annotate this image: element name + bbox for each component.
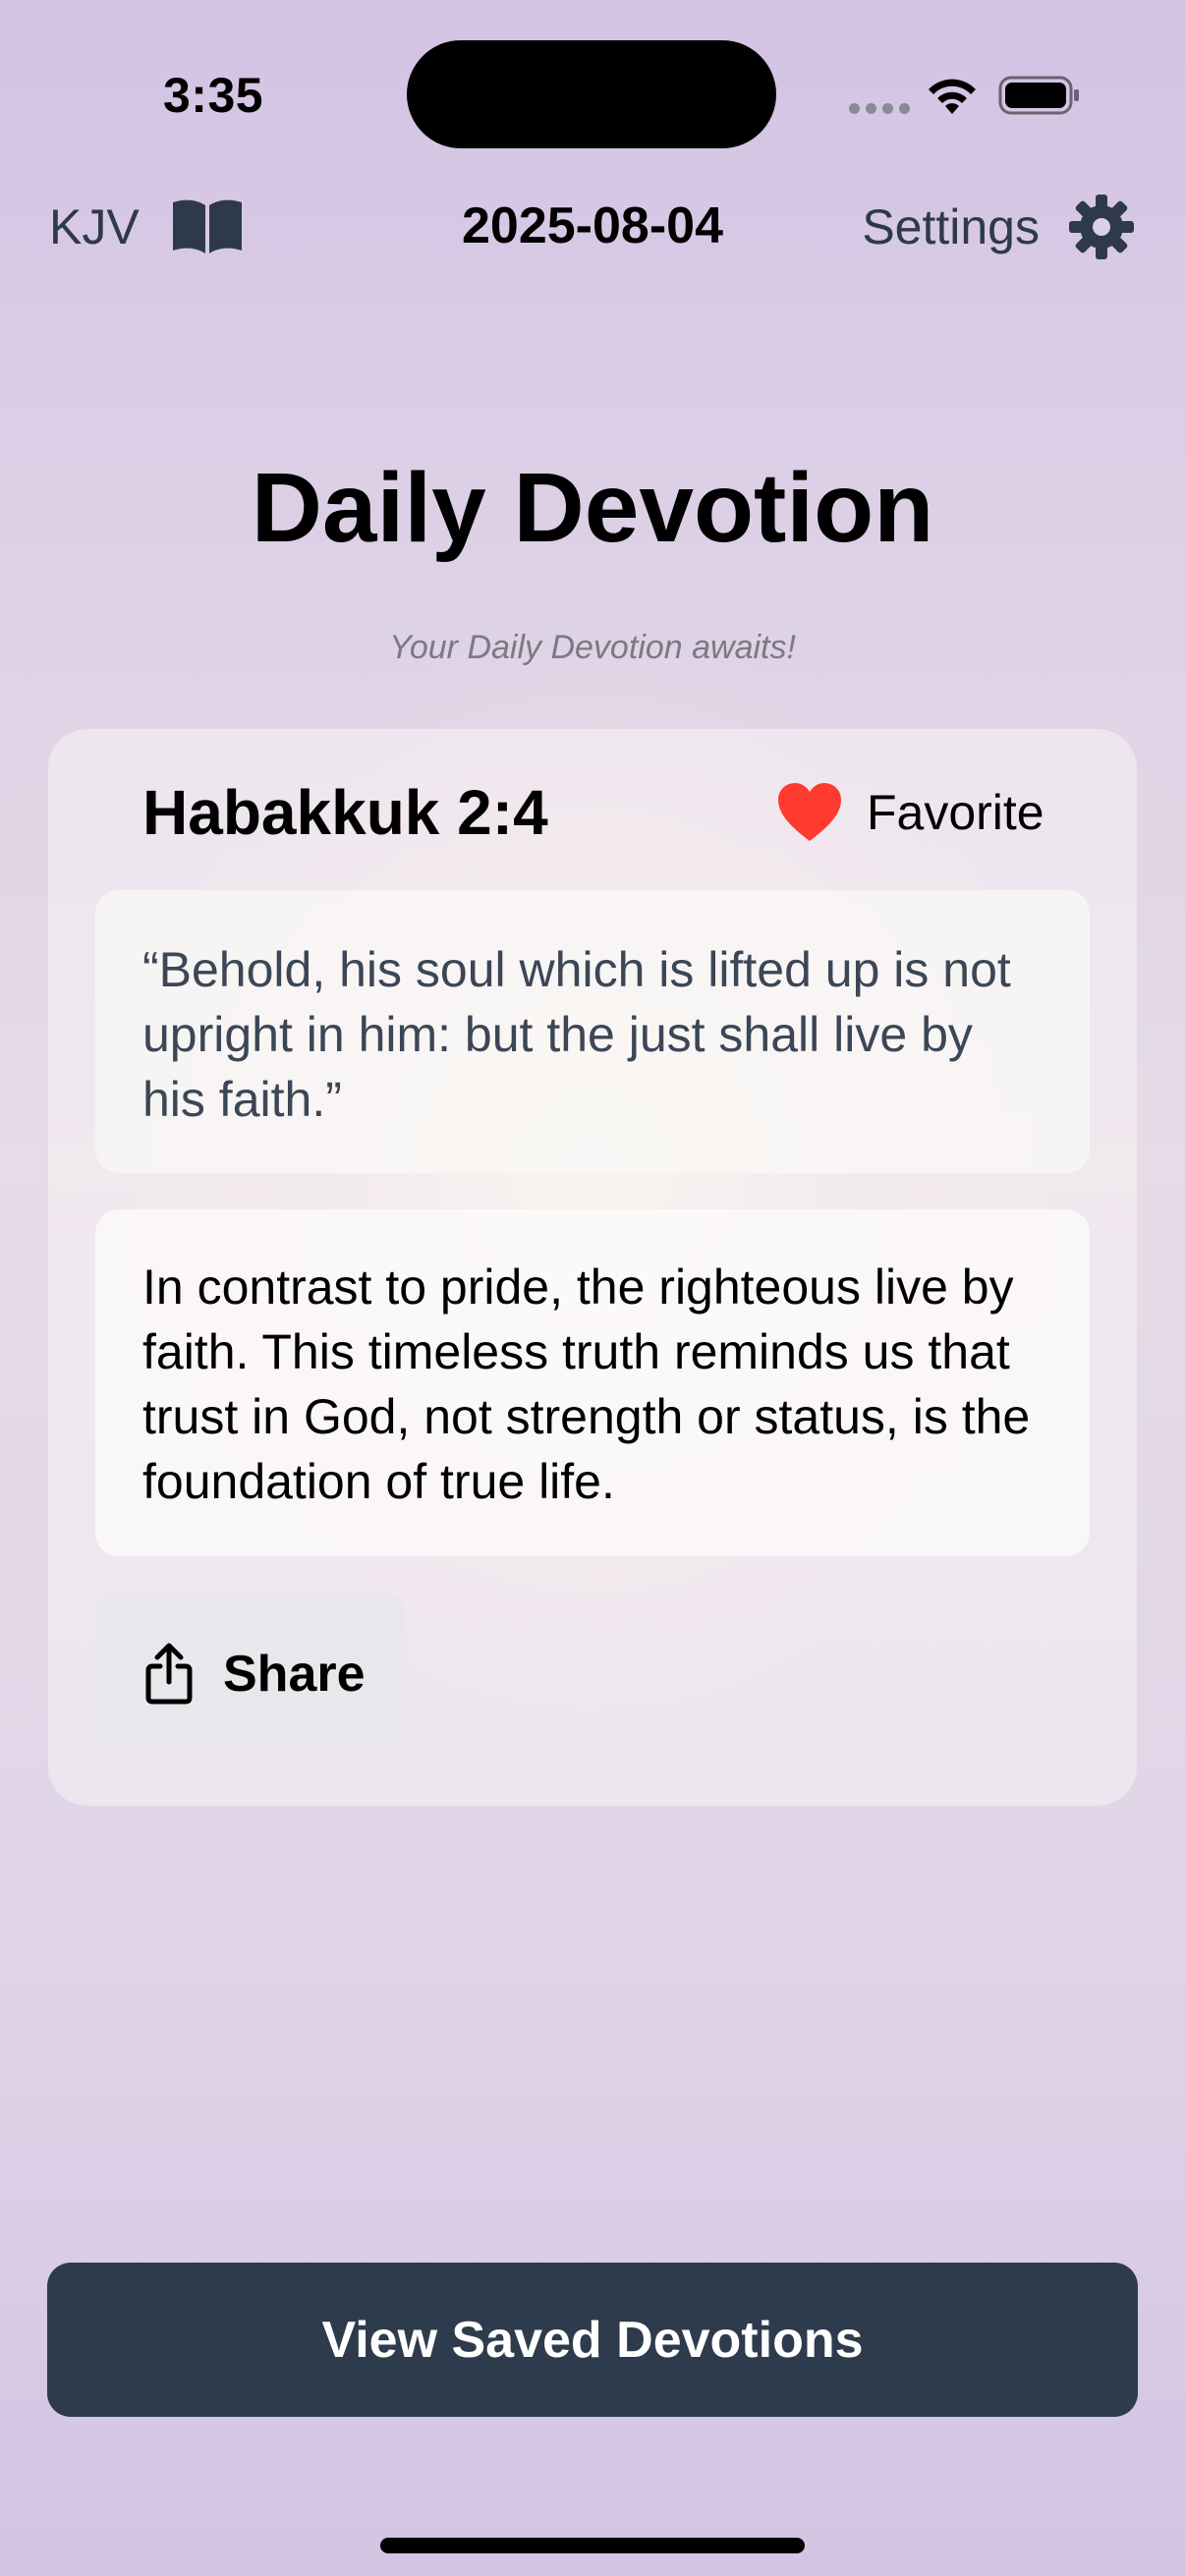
book-icon xyxy=(172,199,242,253)
heart-icon xyxy=(778,783,841,841)
gear-icon xyxy=(1069,195,1134,259)
reflection-text: In contrast to pride, the righteous live… xyxy=(95,1209,1090,1556)
battery-icon xyxy=(998,76,1079,115)
favorite-button[interactable]: Favorite xyxy=(776,782,1044,843)
settings-button[interactable]: Settings xyxy=(862,193,1136,261)
translation-selector[interactable]: KJV xyxy=(49,196,246,257)
home-indicator[interactable] xyxy=(380,2538,805,2553)
settings-label: Settings xyxy=(862,199,1040,254)
page-title: Daily Devotion xyxy=(251,453,934,563)
favorite-label: Favorite xyxy=(867,785,1044,840)
cellular-signal-icon xyxy=(849,103,910,114)
verse-text: “Behold, his soul which is lifted up is … xyxy=(95,890,1090,1173)
share-button[interactable]: Share xyxy=(95,1593,406,1756)
page-subtitle: Your Daily Devotion awaits! xyxy=(389,629,796,666)
verse-reference: Habakkuk 2:4 xyxy=(142,777,548,848)
dynamic-island xyxy=(407,40,776,148)
wifi-icon xyxy=(929,79,976,114)
share-icon xyxy=(145,1643,193,1705)
status-time: 3:35 xyxy=(163,68,264,123)
translation-label: KJV xyxy=(49,199,140,254)
share-label: Share xyxy=(223,1646,366,1703)
view-saved-devotions-button[interactable]: View Saved Devotions xyxy=(47,2263,1138,2417)
